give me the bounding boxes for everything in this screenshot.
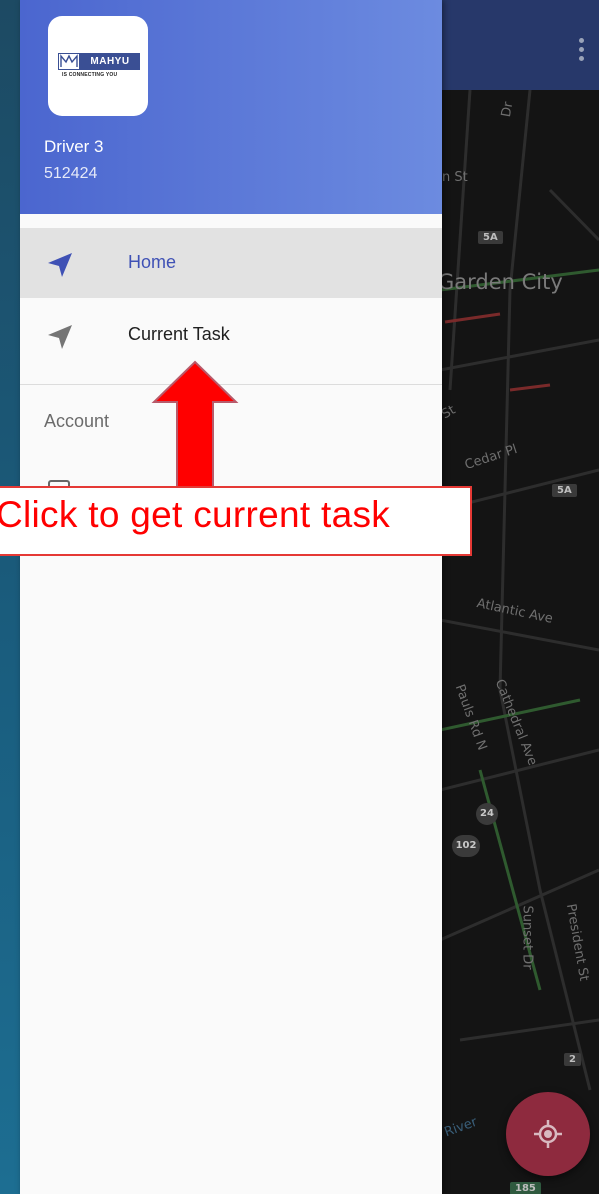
map-view[interactable]: Dr n St 5A Garden City St Cedar Pl 5A At…	[440, 0, 599, 1194]
map-label: Sunset Dr	[519, 905, 535, 970]
section-header-account: Account	[44, 411, 110, 431]
navigation-drawer: MAHYU IS CONNECTING YOU Driver 3 512424 …	[20, 0, 442, 1194]
navigation-arrow-icon	[48, 325, 72, 349]
menu-item-home[interactable]: Home	[20, 228, 442, 298]
map-app-bar	[440, 0, 599, 90]
map-roads	[440, 90, 599, 1091]
drawer-header: MAHYU IS CONNECTING YOU Driver 3 512424	[20, 0, 442, 214]
more-options-icon[interactable]	[579, 38, 585, 62]
logo-wordmark: MAHYU	[80, 53, 140, 70]
crosshair-icon	[534, 1120, 562, 1148]
logo-mark-icon	[58, 53, 80, 70]
my-location-button[interactable]	[506, 1092, 590, 1176]
route-shield: 24	[476, 803, 498, 825]
route-shield: 102	[452, 835, 480, 857]
route-shield: 5A	[478, 231, 503, 244]
annotation-callout: Click to get current task	[0, 486, 472, 556]
route-shield: 185	[510, 1182, 541, 1194]
driver-name: Driver 3	[44, 137, 104, 156]
route-shield: 5A	[552, 484, 577, 497]
navigation-arrow-icon	[48, 253, 72, 277]
menu-item-label: Home	[128, 252, 177, 272]
menu-item-label: Current Task	[128, 324, 230, 344]
map-label: n St	[442, 170, 468, 185]
route-shield: 2	[564, 1053, 581, 1066]
map-label: Dr	[498, 100, 517, 119]
annotation-text: Click to get current task	[0, 494, 391, 535]
map-label-city: Garden City	[440, 270, 563, 294]
annotation-arrow-icon	[151, 360, 239, 489]
driver-id: 512424	[44, 165, 98, 182]
slide-background	[0, 0, 20, 1194]
app-logo: MAHYU IS CONNECTING YOU	[48, 16, 148, 116]
logo-tagline: IS CONNECTING YOU	[62, 72, 118, 78]
